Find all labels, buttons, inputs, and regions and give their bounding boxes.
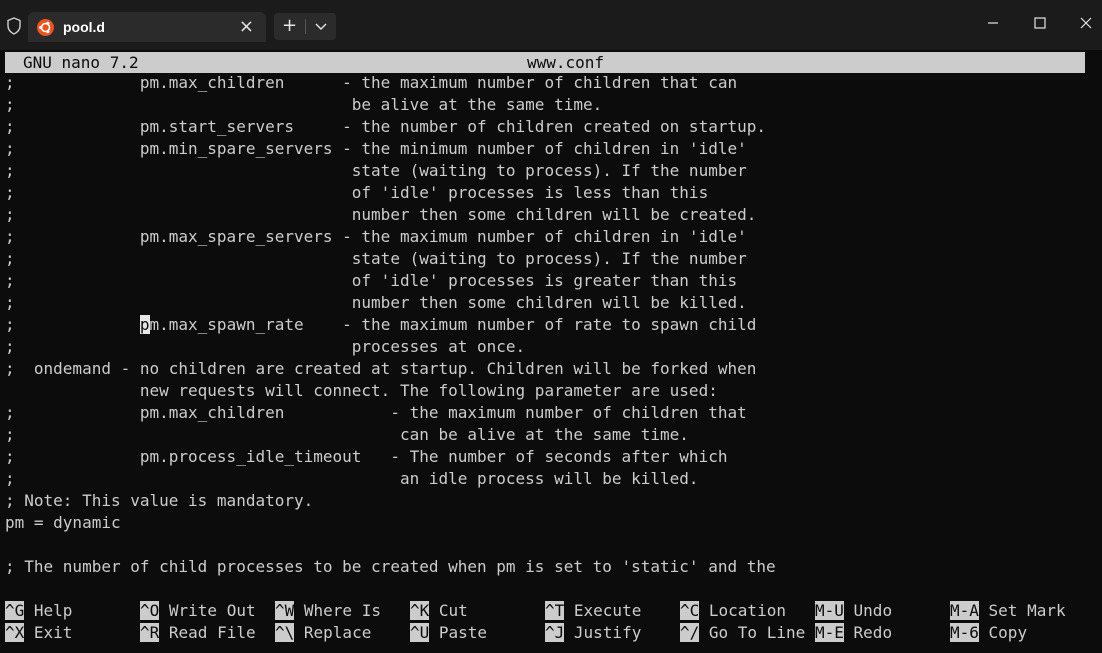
- file-name: www.conf: [527, 53, 605, 72]
- ubuntu-icon: [37, 19, 54, 36]
- cursor-line: ; pm.max_spawn_rate - the maximum number…: [5, 314, 756, 336]
- shortcut-exit[interactable]: ^X Exit: [5, 622, 72, 644]
- shortcut-key: ^J: [545, 623, 565, 642]
- shortcut-label: Write Out: [159, 601, 256, 620]
- shortcut-go-to-line[interactable]: ^/ Go To Line: [680, 622, 805, 644]
- shortcut-label: Execute: [564, 601, 642, 620]
- shortcut-key: M-E: [815, 623, 844, 642]
- shortcut-help[interactable]: ^G Help: [5, 600, 72, 622]
- shortcut-label: Undo: [843, 601, 893, 620]
- shortcut-label: Cut: [429, 601, 468, 620]
- text-line: ; number then some children will be crea…: [5, 205, 757, 224]
- text-line: ; can be alive at the same time.: [5, 425, 689, 444]
- title-bar: pool.d × +: [0, 0, 1102, 50]
- tab-pool-d[interactable]: pool.d ×: [28, 12, 266, 42]
- shortcut-key: ^O: [140, 601, 160, 620]
- close-tab-icon[interactable]: ×: [239, 16, 254, 37]
- text-line: ; pm.min_spare_servers - the minimum num…: [5, 139, 747, 158]
- shortcut-label: Redo: [843, 623, 893, 642]
- text-line: new requests will connect. The following…: [5, 381, 718, 400]
- chevron-down-icon[interactable]: [306, 13, 336, 40]
- shortcut-label: Exit: [24, 623, 73, 642]
- shortcut-where-is[interactable]: ^W Where Is: [275, 600, 381, 622]
- text-line: ; number then some children will be kill…: [5, 293, 747, 312]
- shortcut-set-mark[interactable]: M-A Set Mark: [950, 600, 1066, 622]
- shortcut-key: M-A: [950, 601, 979, 620]
- shortcut-undo[interactable]: M-U Undo: [815, 600, 892, 622]
- text-line: ; pm.start_servers - the number of child…: [5, 117, 766, 136]
- shortcut-write-out[interactable]: ^O Write Out: [140, 600, 256, 622]
- terminal-pane[interactable]: GNU nano 7.2 www.conf ; pm.max_children …: [0, 50, 1102, 653]
- shortcut-label: Justify: [564, 623, 642, 642]
- shortcut-read-file[interactable]: ^R Read File: [140, 622, 256, 644]
- shortcut-label: Where Is: [294, 601, 381, 620]
- text-line: ; be alive at the same time.: [5, 95, 603, 114]
- new-tab-button[interactable]: +: [274, 13, 305, 40]
- shortcut-key: ^C: [680, 601, 700, 620]
- shortcut-key: M-U: [815, 601, 844, 620]
- shortcut-key: ^T: [545, 601, 565, 620]
- nano-version: GNU nano 7.2: [23, 53, 139, 72]
- text-line: ; pm.max_children - the maximum number o…: [5, 73, 738, 92]
- nano-header-bar: GNU nano 7.2 www.conf: [5, 52, 1085, 73]
- shortcut-copy[interactable]: M-6 Copy: [950, 622, 1027, 644]
- shortcut-label: Read File: [159, 623, 256, 642]
- shield-icon: [7, 17, 21, 35]
- shortcut-label: Replace: [294, 623, 372, 642]
- cursor-line-prefix: ;: [5, 315, 140, 334]
- minimize-icon[interactable]: [978, 10, 1008, 36]
- shortcut-key: ^R: [140, 623, 160, 642]
- text-line: pm = dynamic: [5, 513, 121, 532]
- shortcut-key: ^U: [410, 623, 430, 642]
- text-line: ; ondemand - no children are created at …: [5, 359, 757, 378]
- shortcut-label: Help: [24, 601, 73, 620]
- shortcut-label: Copy: [978, 623, 1028, 642]
- close-window-icon[interactable]: [1071, 10, 1101, 36]
- shortcut-key: ^/: [680, 623, 700, 642]
- shortcut-paste[interactable]: ^U Paste: [410, 622, 487, 644]
- text-line: ; state (waiting to process). If the num…: [5, 161, 747, 180]
- text-line: ; of 'idle' processes is less than this: [5, 183, 709, 202]
- new-tab-group: +: [274, 13, 336, 40]
- shortcut-label: Go To Line: [699, 623, 806, 642]
- cursor-line-suffix: m.max_spawn_rate - the maximum number of…: [149, 315, 757, 334]
- text-line: ; pm.max_children - the maximum number o…: [5, 403, 747, 422]
- shortcut-key: ^K: [410, 601, 430, 620]
- shortcut-location[interactable]: ^C Location: [680, 600, 786, 622]
- maximize-icon[interactable]: [1025, 10, 1055, 36]
- shortcut-key: M-6: [950, 623, 979, 642]
- text-line: ; an idle process will be killed.: [5, 469, 699, 488]
- shortcut-key: ^W: [275, 601, 295, 620]
- text-line: ; pm.process_idle_timeout - The number o…: [5, 447, 728, 466]
- shortcut-label: Location: [699, 601, 786, 620]
- tab-title: pool.d: [63, 19, 105, 35]
- shortcut-key: ^\: [275, 623, 295, 642]
- shortcut-cut[interactable]: ^K Cut: [410, 600, 468, 622]
- text-line: ; processes at once.: [5, 337, 526, 356]
- shortcut-redo[interactable]: M-E Redo: [815, 622, 892, 644]
- shortcut-label: Set Mark: [978, 601, 1066, 620]
- text-cursor: p: [139, 315, 150, 334]
- shortcut-execute[interactable]: ^T Execute: [545, 600, 641, 622]
- text-line: ; of 'idle' processes is greater than th…: [5, 271, 738, 290]
- shortcut-justify[interactable]: ^J Justify: [545, 622, 641, 644]
- shortcut-key: ^G: [5, 601, 25, 620]
- text-line: ; pm.max_spare_servers - the maximum num…: [5, 227, 747, 246]
- shortcut-replace[interactable]: ^\ Replace: [275, 622, 371, 644]
- shortcut-key: ^X: [5, 623, 25, 642]
- text-line: ; The number of child processes to be cr…: [5, 557, 776, 576]
- text-line: ; Note: This value is mandatory.: [5, 491, 314, 510]
- text-line: ; state (waiting to process). If the num…: [5, 249, 747, 268]
- shortcut-label: Paste: [429, 623, 488, 642]
